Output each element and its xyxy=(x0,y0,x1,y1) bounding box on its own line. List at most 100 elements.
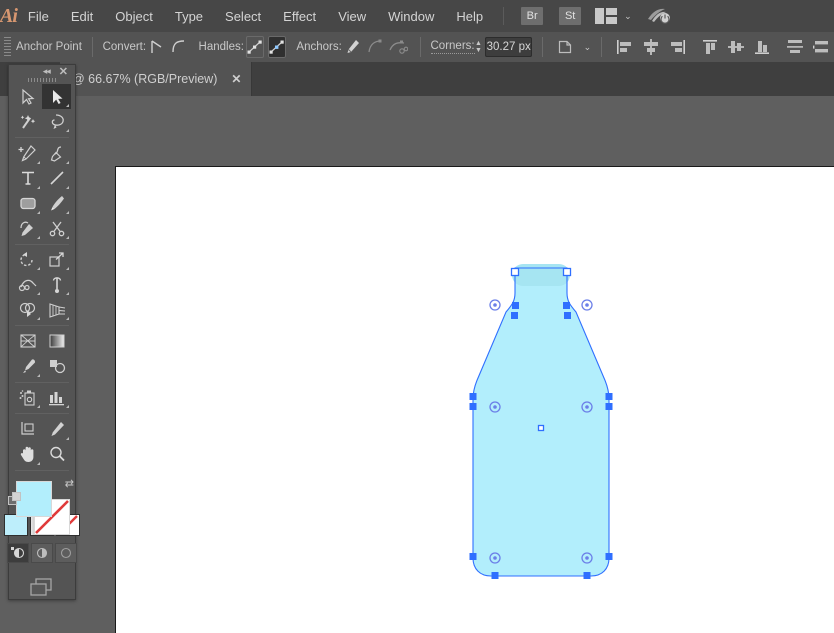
menu-item-help[interactable]: Help xyxy=(445,0,494,32)
color-mode-button[interactable] xyxy=(4,514,28,536)
artwork-and-selection-layer[interactable] xyxy=(0,96,834,632)
distribute-horizontal-center-icon[interactable] xyxy=(811,36,831,58)
document-tab[interactable]: @ 66.67% (RGB/Preview) ✕ xyxy=(60,62,253,96)
control-bar-grip[interactable] xyxy=(4,37,12,57)
menu-item-object[interactable]: Object xyxy=(104,0,164,32)
tool-flyout-indicator[interactable] xyxy=(37,210,40,214)
tools-panel-grip[interactable] xyxy=(28,78,56,82)
align-horizontal-center-icon[interactable] xyxy=(641,36,661,58)
menu-item-view[interactable]: View xyxy=(327,0,377,32)
rectangle-tool[interactable] xyxy=(13,191,42,216)
perspective-grid-tool[interactable] xyxy=(42,297,71,322)
tool-flyout-indicator[interactable] xyxy=(37,405,40,408)
pen-tool[interactable] xyxy=(13,141,42,166)
symbol-sprayer-tool[interactable] xyxy=(13,385,42,410)
stock-button[interactable]: St xyxy=(559,7,582,25)
column-graph-tool[interactable] xyxy=(42,385,71,410)
tool-flyout-indicator[interactable] xyxy=(66,160,69,164)
align-top-icon[interactable] xyxy=(700,36,720,58)
canvas-area[interactable] xyxy=(0,96,834,633)
menu-item-type[interactable]: Type xyxy=(164,0,214,32)
fill-swatch[interactable] xyxy=(16,481,52,517)
tool-flyout-indicator[interactable] xyxy=(66,292,69,295)
direct-selection-tool[interactable] xyxy=(42,84,71,109)
tool-flyout-indicator[interactable] xyxy=(66,235,69,239)
arrange-documents-icon[interactable] xyxy=(595,8,618,24)
chevron-down-icon[interactable]: ⌄ xyxy=(624,11,632,22)
type-tool[interactable] xyxy=(13,166,42,191)
bridge-button[interactable]: Br xyxy=(521,7,544,25)
close-icon[interactable]: ✕ xyxy=(231,72,241,86)
change-screen-mode-button[interactable] xyxy=(25,575,59,599)
tool-flyout-indicator[interactable] xyxy=(66,210,69,214)
menu-item-effect[interactable]: Effect xyxy=(272,0,327,32)
width-tool[interactable] xyxy=(13,272,42,297)
corners-stepper[interactable]: ▲ ▼ xyxy=(475,37,483,57)
tool-flyout-indicator[interactable] xyxy=(37,292,40,295)
tool-flyout-indicator[interactable] xyxy=(66,129,69,132)
collapse-panel-icon[interactable]: ◂◂ xyxy=(43,66,51,77)
magic-wand-tool[interactable] xyxy=(13,109,42,134)
lasso-tool[interactable] xyxy=(42,109,71,134)
tool-row xyxy=(9,297,75,322)
slice-tool[interactable] xyxy=(42,417,71,442)
tool-flyout-indicator[interactable] xyxy=(66,317,69,320)
tool-flyout-indicator[interactable] xyxy=(37,317,40,320)
selection-tool[interactable] xyxy=(13,84,42,109)
tool-flyout-indicator[interactable] xyxy=(37,235,40,239)
swap-fill-stroke-icon[interactable]: ⇄ xyxy=(65,477,74,490)
tool-flyout-indicator[interactable] xyxy=(66,267,69,270)
menu-item-edit[interactable]: Edit xyxy=(60,0,104,32)
tool-flyout-indicator[interactable] xyxy=(37,373,40,377)
chevron-down-icon[interactable]: ⌄ xyxy=(584,42,592,53)
draw-normal-button[interactable] xyxy=(7,543,29,563)
align-left-icon[interactable] xyxy=(615,36,635,58)
creative-cloud-sync-icon[interactable] xyxy=(646,7,672,25)
close-icon[interactable]: ✕ xyxy=(59,65,68,78)
default-fill-stroke-icon[interactable] xyxy=(8,492,21,505)
convert-to-corner-icon[interactable] xyxy=(148,36,166,58)
artboard-tool[interactable] xyxy=(13,417,42,442)
tool-flyout-indicator[interactable] xyxy=(37,185,40,189)
gradient-tool[interactable] xyxy=(42,329,71,354)
tool-flyout-indicator[interactable] xyxy=(37,267,40,270)
milk-bottle-shape[interactable] xyxy=(473,264,609,576)
tool-flyout-indicator[interactable] xyxy=(66,405,69,408)
align-vertical-center-icon[interactable] xyxy=(726,36,746,58)
paintbrush-tool[interactable] xyxy=(42,191,71,216)
remove-selected-anchors-icon[interactable] xyxy=(344,36,362,58)
free-transform-tool[interactable] xyxy=(42,272,71,297)
blend-tool[interactable] xyxy=(42,354,71,379)
tool-flyout-indicator[interactable] xyxy=(66,104,69,107)
eyedropper-tool[interactable] xyxy=(13,354,42,379)
align-right-icon[interactable] xyxy=(667,36,687,58)
draw-inside-button[interactable] xyxy=(55,543,77,563)
scissors-tool[interactable] xyxy=(42,216,71,241)
hand-tool[interactable] xyxy=(13,442,42,467)
rotate-tool[interactable] xyxy=(13,247,42,272)
shaper-tool[interactable] xyxy=(13,216,42,241)
mesh-tool[interactable] xyxy=(13,329,42,354)
scale-tool[interactable] xyxy=(42,247,71,272)
hide-handles-icon[interactable] xyxy=(267,36,286,58)
corners-input[interactable]: 30.27 px xyxy=(485,37,532,57)
align-bottom-icon[interactable] xyxy=(752,36,772,58)
tool-flyout-indicator[interactable] xyxy=(37,461,40,465)
corners-label[interactable]: Corners: xyxy=(430,40,475,54)
draw-behind-button[interactable] xyxy=(31,543,53,563)
curvature-tool[interactable] xyxy=(42,141,71,166)
zoom-tool[interactable] xyxy=(42,442,71,467)
tool-flyout-indicator[interactable] xyxy=(66,436,69,440)
tool-row xyxy=(9,216,75,241)
isolate-selected-object-icon[interactable] xyxy=(556,36,574,58)
show-handles-icon[interactable] xyxy=(246,36,264,58)
convert-to-smooth-icon[interactable] xyxy=(170,36,188,58)
distribute-vertical-center-icon[interactable] xyxy=(785,36,805,58)
menu-item-file[interactable]: File xyxy=(17,0,60,32)
shape-builder-tool[interactable] xyxy=(13,297,42,322)
menu-item-window[interactable]: Window xyxy=(377,0,445,32)
line-segment-tool[interactable] xyxy=(42,166,71,191)
menu-item-select[interactable]: Select xyxy=(214,0,272,32)
tool-flyout-indicator[interactable] xyxy=(37,160,40,164)
tool-flyout-indicator[interactable] xyxy=(66,185,69,189)
